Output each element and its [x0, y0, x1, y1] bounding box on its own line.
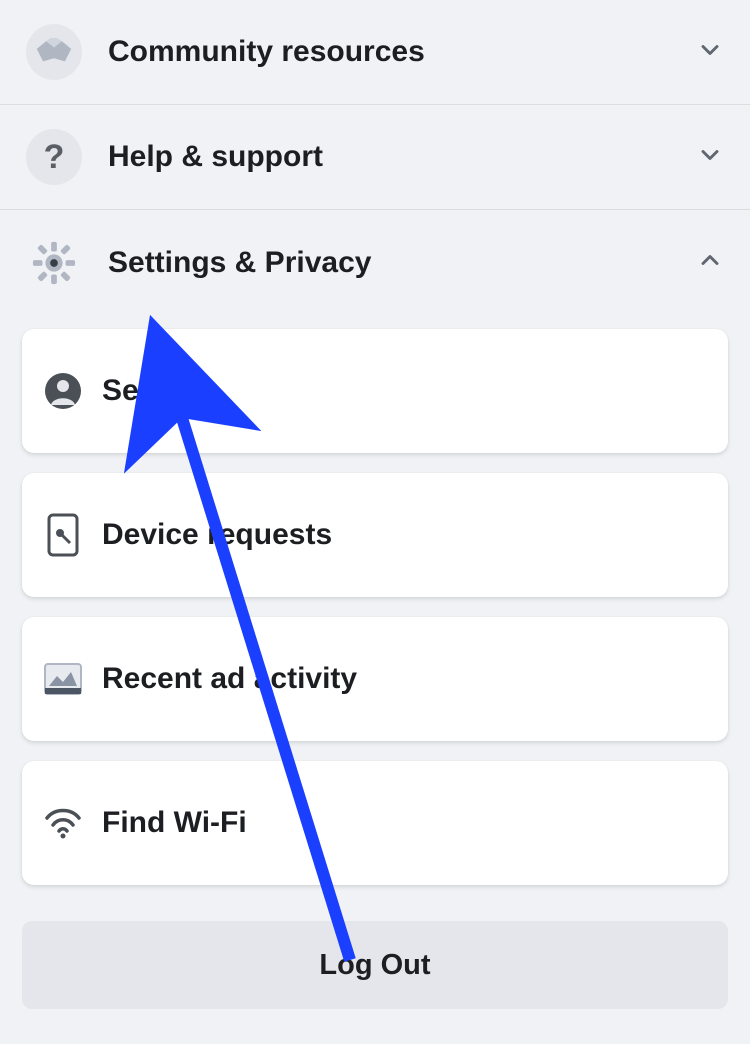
menu-item-community-resources[interactable]: Community resources [0, 0, 750, 105]
chevron-up-icon [696, 246, 724, 279]
chevron-down-icon [696, 36, 724, 69]
person-circle-icon [42, 370, 84, 412]
submenu-item-recent-ad-activity[interactable]: Recent ad activity [22, 617, 728, 741]
menu-item-label: Help & support [108, 140, 696, 174]
menu-item-label: Settings & Privacy [108, 246, 696, 280]
logout-label: Log Out [319, 949, 430, 982]
question-icon: ? [26, 129, 82, 185]
chevron-down-icon [696, 141, 724, 174]
ad-image-icon [42, 658, 84, 700]
submenu-item-find-wifi[interactable]: Find Wi-Fi [22, 761, 728, 885]
menu-item-help-support[interactable]: ? Help & support [0, 105, 750, 210]
handshake-icon [26, 24, 82, 80]
menu-item-settings-privacy[interactable]: Settings & Privacy [0, 210, 750, 315]
submenu-item-label: Find Wi-Fi [102, 806, 247, 840]
logout-button[interactable]: Log Out [22, 921, 728, 1009]
submenu-item-device-requests[interactable]: Device requests [22, 473, 728, 597]
submenu-item-label: Settings [102, 374, 220, 408]
phone-key-icon [42, 514, 84, 556]
submenu-item-label: Device requests [102, 518, 332, 552]
settings-privacy-submenu: Settings Device requests Recent ad activ… [0, 315, 750, 885]
submenu-item-settings[interactable]: Settings [22, 329, 728, 453]
gear-icon [26, 235, 82, 291]
wifi-icon [42, 802, 84, 844]
menu-item-label: Community resources [108, 35, 696, 69]
submenu-item-label: Recent ad activity [102, 662, 357, 696]
